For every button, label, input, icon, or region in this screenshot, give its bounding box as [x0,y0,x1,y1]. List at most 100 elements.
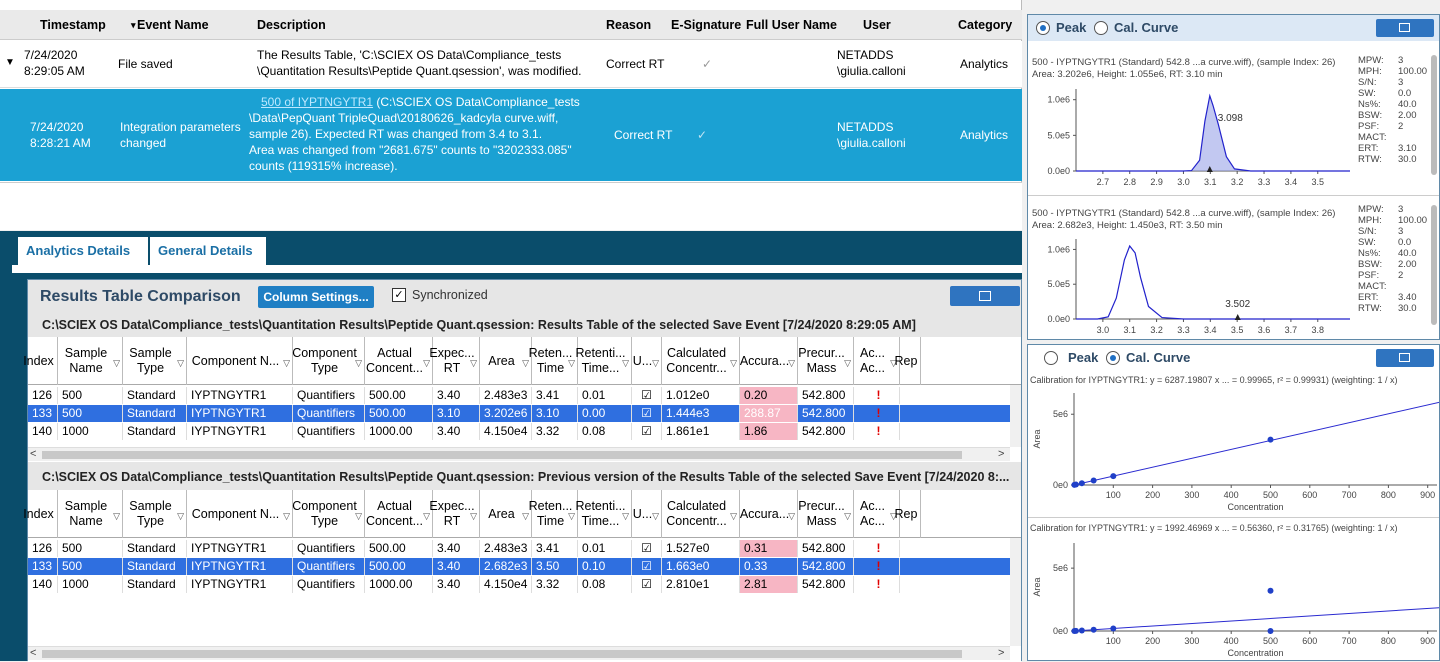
synchronized-checkbox[interactable]: ✓ [392,288,406,302]
peak-radio-label[interactable]: Peak [1056,20,1086,35]
tab-analytics-details[interactable]: Analytics Details [18,237,148,265]
col-reason[interactable]: Reason [606,18,651,32]
event-row[interactable]: ▼ 7/24/2020 8:29:05 AM File saved The Re… [0,41,1022,88]
filter-icon[interactable]: ▽ [283,509,290,524]
column-header[interactable]: Index [23,490,58,538]
filter-icon[interactable]: ▽ [622,356,629,371]
table-row[interactable]: 126 500 Standard IYPTNGYTR1 Quantifiers 500.0… [28,540,1021,557]
filter-icon[interactable]: ▽ [652,356,659,371]
column-header[interactable]: Component N... ▽ [187,337,293,385]
column-header[interactable]: Sample Type ▽ [123,337,187,385]
column-header[interactable]: Sample Type ▽ [123,490,187,538]
filter-icon[interactable]: ▽ [177,356,184,371]
column-header[interactable]: Retenti... Time... ▽ [575,490,632,538]
filter-icon[interactable]: ▽ [652,509,659,524]
column-header[interactable]: Retenti... Time... ▽ [575,337,632,385]
column-header[interactable]: Accura... ▽ [740,337,798,385]
expand-icon[interactable]: ▼ [5,55,15,71]
use-checkbox[interactable]: ☑ [632,387,662,404]
scroll-right-icon[interactable]: > [998,448,1004,460]
filter-icon[interactable]: ▽ [622,509,629,524]
scroll-left-icon[interactable]: < [30,647,36,659]
scroll-left-icon[interactable]: < [30,448,36,460]
column-header[interactable]: Actual Concent... ▽ [365,490,433,538]
filter-icon[interactable]: ▽ [113,356,120,371]
component-link[interactable]: 500 of IYPTNGYTR1 [261,95,373,109]
col-timestamp[interactable]: Timestamp [40,18,106,32]
column-header[interactable]: Accura... ▽ [740,490,798,538]
column-header[interactable]: Component Type ▽ [292,337,365,385]
scroll-thumb[interactable] [42,451,962,459]
table-row[interactable]: 140 1000 Standard IYPTNGYTR1 Quantifiers 1000… [28,423,1021,440]
filter-icon[interactable]: ▽ [470,356,477,371]
filter-icon[interactable]: ▽ [470,509,477,524]
tab-general-details[interactable]: General Details [150,237,266,265]
table-row[interactable]: 133 500 Standard IYPTNGYTR1 Quantifiers 500.0… [28,558,1021,575]
column-settings-button[interactable]: Column Settings... [258,286,374,308]
use-checkbox[interactable]: ☑ [632,576,662,593]
column-header[interactable]: Sample Name ▽ [58,337,123,385]
maximize-button[interactable] [1376,349,1434,367]
cal-curve-radio[interactable] [1094,21,1108,35]
table-row[interactable]: 140 1000 Standard IYPTNGYTR1 Quantifiers 1000… [28,576,1021,593]
column-header[interactable]: Precur... Mass ▽ [798,490,854,538]
scroll-right-icon[interactable]: > [998,647,1004,659]
horizontal-scrollbar[interactable]: < > [28,447,1010,461]
use-checkbox[interactable]: ☑ [632,405,662,422]
column-header[interactable]: Area ▽ [480,337,532,385]
col-user[interactable]: User [863,18,891,32]
use-checkbox[interactable]: ☑ [632,423,662,440]
filter-icon[interactable]: ▽ [730,509,737,524]
use-checkbox[interactable]: ☑ [632,540,662,557]
filter-icon[interactable]: ▽ [113,509,120,524]
filter-icon[interactable]: ▽ [177,509,184,524]
scroll-thumb[interactable] [42,650,962,658]
column-header[interactable]: Index [23,337,58,385]
column-header[interactable]: Calculated Concentr... ▽ [662,337,740,385]
vertical-scrollbar[interactable] [1431,205,1437,325]
peak-radio[interactable] [1044,351,1058,365]
maximize-button[interactable] [950,286,1020,306]
filter-icon[interactable]: ▽ [355,356,362,371]
column-header[interactable]: Precur... Mass ▽ [798,337,854,385]
col-category[interactable]: Category [958,18,1012,32]
filter-icon[interactable]: ▽ [844,356,851,371]
maximize-button[interactable] [1376,19,1434,37]
column-header[interactable]: Rep [895,337,921,385]
filter-icon[interactable]: ▽ [788,509,795,524]
column-header[interactable]: Calculated Concentr... ▽ [662,490,740,538]
column-header[interactable]: Reten... Time ▽ [529,337,578,385]
vertical-scrollbar[interactable] [1010,385,1021,447]
cal-curve-radio[interactable] [1106,351,1120,365]
column-header[interactable]: Component Type ▽ [292,490,365,538]
column-header[interactable]: Component N... ▽ [187,490,293,538]
col-esignature[interactable]: E-Signature [671,18,741,32]
table-row[interactable]: 133 500 Standard IYPTNGYTR1 Quantifiers 500.0… [28,405,1021,422]
column-header[interactable]: Area ▽ [480,490,532,538]
column-header[interactable]: U... ▽ [632,490,662,538]
filter-icon[interactable]: ▽ [355,509,362,524]
column-header[interactable]: U... ▽ [632,337,662,385]
column-header[interactable]: Reten... Time ▽ [529,490,578,538]
vertical-scrollbar[interactable] [1431,55,1437,175]
column-header[interactable]: Actual Concent... ▽ [365,337,433,385]
peak-radio[interactable] [1036,21,1050,35]
vertical-scrollbar[interactable] [1010,538,1021,646]
col-full-user-name[interactable]: Full User Name [746,18,837,32]
filter-icon[interactable]: ▽ [283,356,290,371]
col-description[interactable]: Description [257,18,326,32]
filter-icon[interactable]: ▽ [844,509,851,524]
column-header[interactable]: Rep [895,490,921,538]
horizontal-scrollbar[interactable]: < > [28,646,1010,660]
column-header[interactable]: Sample Name ▽ [58,490,123,538]
cal-curve-radio-label[interactable]: Cal. Curve [1114,20,1178,35]
use-checkbox[interactable]: ☑ [632,558,662,575]
filter-icon[interactable]: ▽ [788,356,795,371]
col-event-name[interactable]: Event Name [137,18,209,32]
cal-curve-radio-label[interactable]: Cal. Curve [1126,350,1190,365]
filter-icon[interactable]: ▽ [730,356,737,371]
column-header[interactable]: Expec... RT ▽ [429,337,480,385]
event-row-selected[interactable]: 7/24/2020 8:28:21 AM Integration paramet… [0,89,1022,181]
table-row[interactable]: 126 500 Standard IYPTNGYTR1 Quantifiers 500.0… [28,387,1021,404]
column-header[interactable]: Expec... RT ▽ [429,490,480,538]
